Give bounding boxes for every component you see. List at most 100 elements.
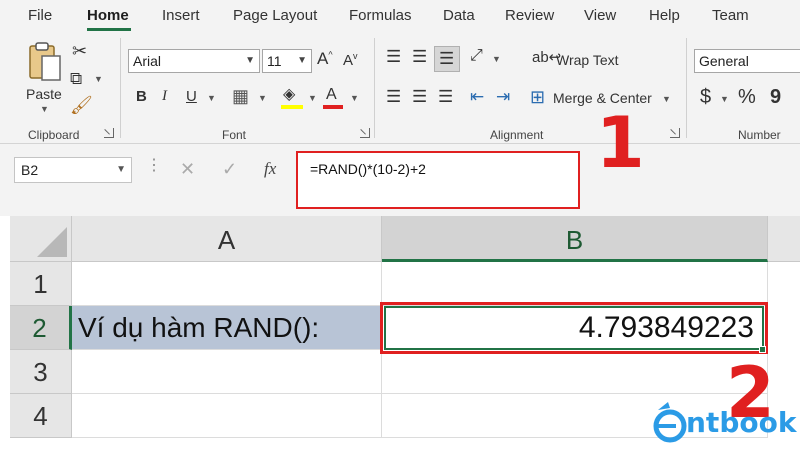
number-format-select[interactable]: General xyxy=(694,49,800,73)
fill-color-swatch xyxy=(281,105,303,109)
currency-button[interactable]: $ xyxy=(700,87,711,107)
tab-help[interactable]: Help xyxy=(649,7,680,24)
tab-formulas[interactable]: Formulas xyxy=(349,7,412,24)
chevron-down-icon[interactable]: ▼ xyxy=(207,93,216,103)
chevron-down-icon: ▼ xyxy=(116,164,126,175)
column-header-b[interactable]: B xyxy=(382,216,768,262)
row-header-4[interactable]: 4 xyxy=(10,394,72,438)
fill-color-icon[interactable]: ◈ xyxy=(283,87,295,103)
cell-a4[interactable] xyxy=(72,394,382,438)
align-center-icon[interactable]: ☰ xyxy=(412,88,427,105)
column-header-a[interactable]: A xyxy=(72,216,382,262)
cancel-icon[interactable]: ✕ xyxy=(180,160,195,178)
increase-indent-icon[interactable]: ⇥ xyxy=(496,88,510,105)
borders-icon[interactable]: ▦ xyxy=(232,87,249,105)
copy-icon[interactable]: ⧉ xyxy=(70,70,82,87)
cell-a3[interactable] xyxy=(72,350,382,394)
font-name-select[interactable]: Arial ▼ xyxy=(128,49,260,73)
tab-data[interactable]: Data xyxy=(443,7,475,24)
clipboard-launcher-icon[interactable] xyxy=(104,128,114,138)
divider xyxy=(686,38,687,138)
chevron-down-icon: ▼ xyxy=(297,55,307,66)
tab-home[interactable]: Home xyxy=(87,7,129,24)
cell-a2-text: Ví dụ hàm RAND(): xyxy=(78,312,320,343)
row-header-2[interactable]: 2 xyxy=(10,306,72,350)
name-box[interactable]: B2 ▼ xyxy=(14,157,132,183)
insert-function-button[interactable]: fx xyxy=(264,160,276,177)
chevron-down-icon[interactable]: ▼ xyxy=(492,54,501,64)
more-options-icon[interactable]: ⋮ xyxy=(146,158,162,174)
decrease-indent-icon[interactable]: ⇤ xyxy=(470,88,484,105)
active-tab-indicator xyxy=(87,28,131,31)
decrease-font-icon[interactable]: Av xyxy=(343,52,358,69)
row-header-3[interactable]: 3 xyxy=(10,350,72,394)
tab-review[interactable]: Review xyxy=(505,7,554,24)
format-painter-icon[interactable]: 🖌 xyxy=(70,96,93,114)
logo-mark-icon xyxy=(653,402,687,443)
annotation-1: 1 xyxy=(596,102,645,184)
divider xyxy=(120,38,121,138)
underline-button[interactable]: U xyxy=(186,89,197,104)
comma-style-button[interactable]: 9 xyxy=(770,87,781,107)
chevron-down-icon[interactable]: ▼ xyxy=(720,94,729,104)
divider xyxy=(374,38,375,138)
cell-b2-value: 4.793849223 xyxy=(578,311,754,344)
cell-b3[interactable] xyxy=(382,350,768,394)
alignment-launcher-icon[interactable] xyxy=(670,128,680,138)
unitbook-logo: ntbook xyxy=(650,398,800,448)
tab-file[interactable]: File xyxy=(28,7,52,24)
font-color-swatch xyxy=(323,105,343,109)
tab-team[interactable]: Team xyxy=(712,7,749,24)
name-box-value: B2 xyxy=(21,162,39,178)
chevron-down-icon[interactable]: ▼ xyxy=(94,74,103,84)
formula-tools: ✕ ✓ fx xyxy=(170,157,296,183)
font-size-select[interactable]: 11 ▼ xyxy=(262,49,312,73)
align-middle-icon[interactable]: ☰ xyxy=(412,48,427,65)
tab-view[interactable]: View xyxy=(584,7,616,24)
merge-center-icon: ⊞ xyxy=(530,87,546,107)
tab-page-layout[interactable]: Page Layout xyxy=(233,7,317,24)
font-name-value: Arial xyxy=(133,53,162,69)
number-group-label: Number xyxy=(738,128,781,142)
orientation-icon[interactable]: ⤢ xyxy=(470,48,483,64)
chevron-down-icon[interactable]: ▼ xyxy=(662,94,671,104)
chevron-down-icon[interactable]: ▼ xyxy=(258,93,267,103)
font-group-label: Font xyxy=(222,128,247,142)
formula-input[interactable]: =RAND()*(10-2)+2 xyxy=(296,151,580,209)
clipboard-group-label: Clipboard xyxy=(28,128,80,142)
cell-a1[interactable] xyxy=(72,262,382,306)
italic-button[interactable]: I xyxy=(162,89,167,104)
align-bottom-icon: ☰ xyxy=(439,49,455,68)
paste-label: Paste xyxy=(26,86,62,102)
wrap-text-button[interactable]: Wrap Text xyxy=(556,52,619,68)
cell-a2[interactable]: Ví dụ hàm RAND(): xyxy=(72,306,382,350)
cut-icon[interactable]: ✂ xyxy=(72,42,87,60)
align-top-icon[interactable]: ☰ xyxy=(386,48,401,65)
paste-button[interactable]: Paste ▼ xyxy=(22,38,66,114)
font-color-icon[interactable]: A xyxy=(326,87,337,103)
menu-bar: File Home Insert Page Layout Formulas Da… xyxy=(0,0,800,32)
chevron-down-icon[interactable]: ▼ xyxy=(308,93,317,103)
font-size-value: 11 xyxy=(267,53,282,69)
tab-insert[interactable]: Insert xyxy=(162,7,200,24)
enter-icon[interactable]: ✓ xyxy=(222,160,237,178)
alignment-group-label: Alignment xyxy=(490,128,544,142)
increase-font-icon[interactable]: A^ xyxy=(317,50,333,67)
row-header-1[interactable]: 1 xyxy=(10,262,72,306)
align-right-icon[interactable]: ☰ xyxy=(438,88,453,105)
formula-bar: B2 ▼ ⋮ ✕ ✓ fx =RAND()*(10-2)+2 1 xyxy=(0,108,800,216)
ribbon: Paste ▼ ✂ ⧉ ▼ 🖌 Clipboard Arial ▼ 11 ▼ A… xyxy=(0,32,800,144)
font-launcher-icon[interactable] xyxy=(360,128,370,138)
column-header-c[interactable] xyxy=(768,216,800,262)
select-all-button[interactable] xyxy=(10,216,72,262)
chevron-down-icon[interactable]: ▼ xyxy=(350,93,359,103)
percent-button[interactable]: % xyxy=(738,87,756,107)
align-left-icon[interactable]: ☰ xyxy=(386,88,401,105)
logo-text: ntbook xyxy=(686,406,797,439)
align-bottom-button[interactable]: ☰ xyxy=(434,46,460,72)
bold-button[interactable]: B xyxy=(136,89,147,104)
cell-b2[interactable]: 4.793849223 xyxy=(384,306,764,350)
chevron-down-icon: ▼ xyxy=(245,55,255,66)
chevron-down-icon: ▼ xyxy=(40,104,49,114)
cell-b1[interactable] xyxy=(382,262,768,306)
